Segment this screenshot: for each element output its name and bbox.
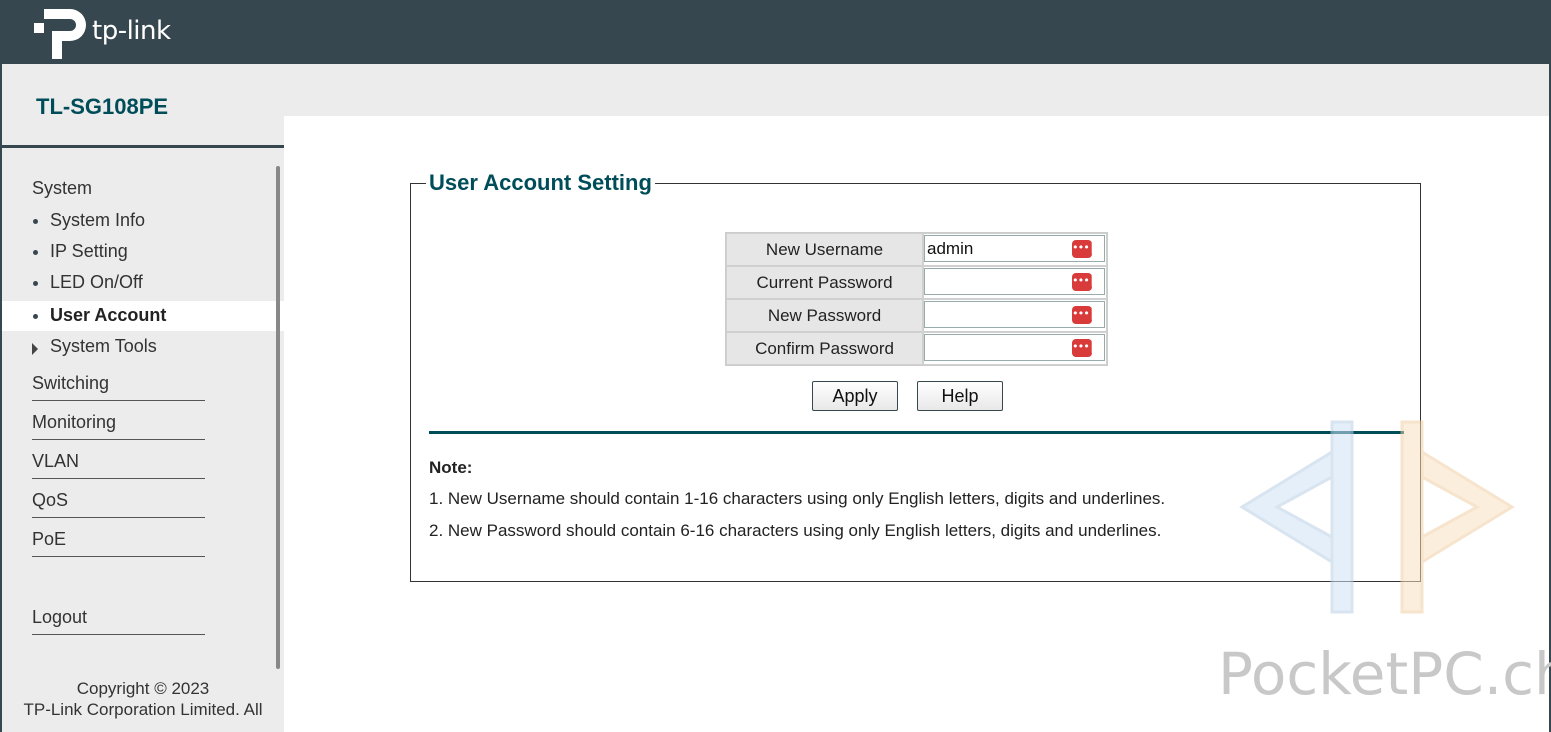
bullet-icon [33,281,38,286]
device-model: TL-SG108PE [36,94,169,119]
sidebar-item-label: IP Setting [50,241,128,261]
new-password-cell: •••| [923,299,1107,332]
nav-divider [32,400,205,401]
confirm-password-cell: •••| [923,332,1107,365]
current-password-cell: •••| [923,266,1107,299]
current-password-label: Current Password [726,266,923,299]
form-row: New Username •••| [726,233,1107,266]
bullet-icon [33,250,38,255]
model-divider [2,145,284,148]
sidebar-item-ip-setting[interactable]: IP Setting [2,237,284,267]
watermark-logo-icon [1239,420,1515,614]
form-row: New Password •••| [726,299,1107,332]
sidebar-item-label: LED On/Off [50,272,143,292]
new-username-label: New Username [726,233,923,266]
copyright: Copyright © 2023 TP-Link Corporation Lim… [2,678,284,720]
bullet-icon [33,219,38,224]
nav-group-qos[interactable]: QoS [32,490,68,511]
bullet-icon [33,314,38,319]
logout-link[interactable]: Logout [32,607,87,628]
password-manager-icon[interactable]: •••| [1072,306,1096,324]
note-line: 1. New Username should contain 1-16 char… [429,489,1166,508]
nav-divider [32,634,205,635]
new-username-cell: •••| [923,233,1107,266]
new-password-label: New Password [726,299,923,332]
sidebar-item-system-info[interactable]: System Info [2,206,284,236]
nav-group-vlan[interactable]: VLAN [32,451,79,472]
brand-name: tp-link [92,16,171,46]
password-manager-icon[interactable]: •••| [1072,339,1096,357]
sidebar-item-label: User Account [50,305,167,325]
nav-group-poe[interactable]: PoE [32,529,66,550]
watermark-text: PocketPC.ch [1218,640,1551,708]
top-header: tp-link [0,0,1551,64]
form-row: Confirm Password •••| [726,332,1107,365]
sidebar-item-led-on-off[interactable]: LED On/Off [2,268,284,298]
confirm-password-label: Confirm Password [726,332,923,365]
sidebar-item-user-account[interactable]: User Account [2,301,284,331]
nav-divider [32,478,205,479]
form-row: Current Password •••| [726,266,1107,299]
nav-divider [32,556,205,557]
nav-group-monitoring[interactable]: Monitoring [32,412,116,433]
nav-divider [32,517,205,518]
copyright-line: TP-Link Corporation Limited. All [23,700,263,719]
sidebar-item-label: System Tools [50,336,157,356]
sidebar-item-label: System Info [50,210,146,230]
password-manager-icon[interactable]: •••| [1072,240,1096,258]
nav-divider [32,439,205,440]
note-title: Note: [429,458,473,477]
nav-group-switching[interactable]: Switching [32,373,109,394]
copyright-line: Copyright © 2023 [76,679,210,698]
password-manager-icon[interactable]: •••| [1072,273,1096,291]
user-account-form: New Username •••| Current Password •••| … [725,232,1108,366]
sidebar-scrollbar[interactable] [276,166,280,669]
model-band [2,64,1549,116]
panel-title: User Account Setting [426,170,655,196]
nav-group-system[interactable]: System [32,178,92,199]
sidebar-item-system-tools[interactable]: System Tools [2,332,284,362]
caret-right-icon [32,343,38,355]
apply-button[interactable]: Apply [812,381,898,411]
help-button[interactable]: Help [917,381,1003,411]
note-line: 2. New Password should contain 6-16 char… [429,521,1162,540]
